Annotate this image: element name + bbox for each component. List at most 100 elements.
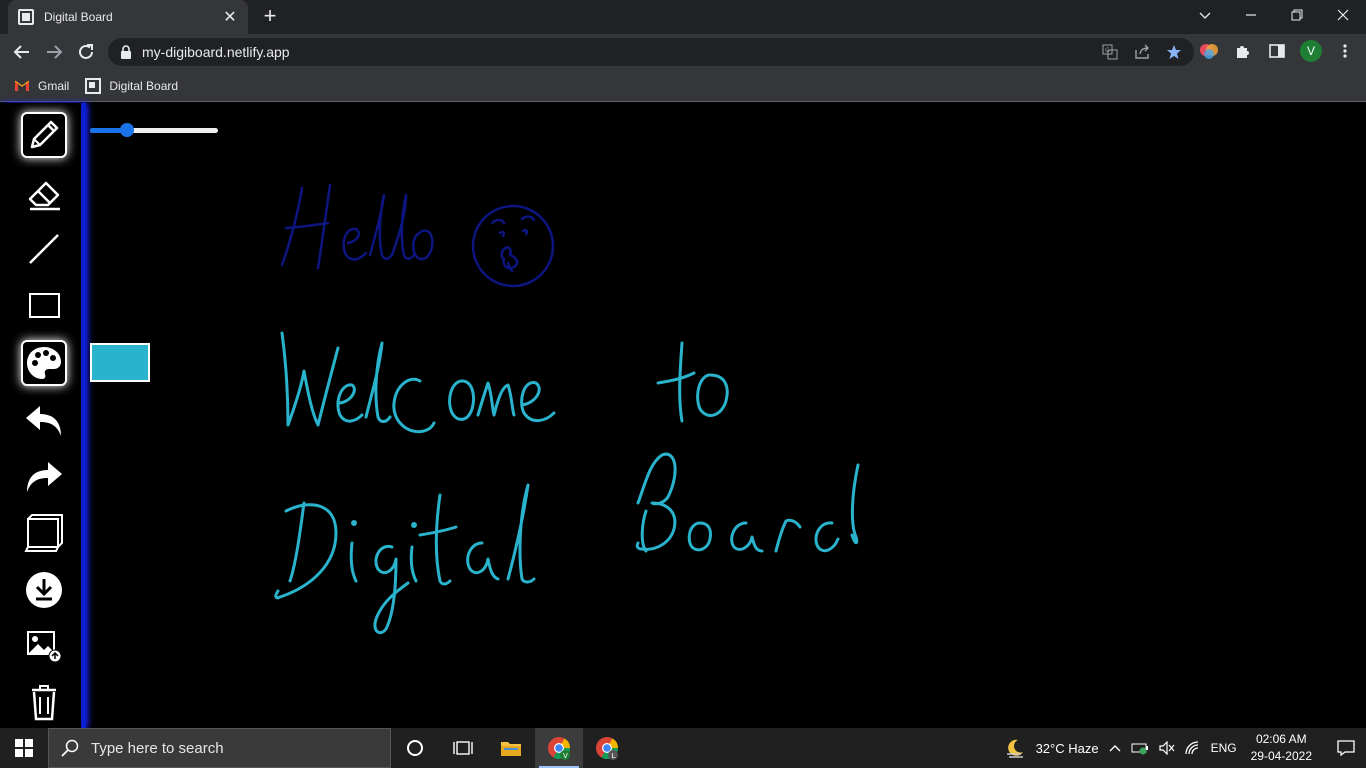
tab-search-button[interactable]	[1182, 0, 1228, 30]
welcome-drawing	[280, 331, 729, 434]
minimize-icon	[1246, 14, 1256, 16]
weather-widget[interactable]: 32°C Haze	[1004, 737, 1099, 759]
share-icon[interactable]	[1132, 42, 1152, 62]
browser-toolbar: my-digiboard.netlify.app G V	[0, 34, 1366, 70]
upload-image-tool[interactable]	[21, 623, 67, 669]
image-upload-icon	[27, 631, 62, 663]
svg-text:L: L	[612, 752, 616, 760]
rectangle-icon	[29, 293, 60, 318]
new-tab-button[interactable]: +	[258, 5, 282, 29]
wifi-icon	[1184, 741, 1198, 755]
search-icon	[61, 739, 79, 757]
restore-icon	[1291, 9, 1303, 21]
chrome-taskbar-button-second[interactable]: L	[583, 728, 631, 768]
notes-tool[interactable]	[21, 510, 67, 556]
battery-button[interactable]	[1131, 741, 1149, 755]
palette-icon	[27, 347, 61, 379]
browser-tab[interactable]: Digital Board ✕	[8, 0, 248, 34]
line-tool[interactable]	[21, 226, 67, 272]
volume-button[interactable]	[1158, 741, 1175, 755]
download-tool[interactable]	[21, 567, 67, 613]
digital-board-favicon-icon	[18, 9, 34, 25]
chrome-icon: L	[596, 737, 618, 760]
bookmark-digital-board[interactable]: Digital Board	[85, 77, 179, 94]
chrome-icon: V	[548, 737, 570, 760]
network-button[interactable]	[1184, 741, 1201, 755]
extension-colorful-icon[interactable]	[1198, 40, 1220, 62]
chevron-down-icon	[1199, 12, 1211, 19]
undo-tool[interactable]	[21, 397, 67, 443]
pencil-icon	[30, 120, 59, 149]
windows-logo-icon	[15, 739, 33, 757]
task-view-icon	[453, 741, 473, 755]
redo-tool[interactable]	[21, 453, 67, 499]
close-window-button[interactable]	[1320, 0, 1366, 30]
clock-time: 02:06 AM	[1255, 732, 1307, 746]
rectangle-tool[interactable]	[21, 282, 67, 328]
moon-haze-icon	[1006, 739, 1023, 758]
translate-icon[interactable]: G	[1100, 42, 1120, 62]
start-button[interactable]	[0, 728, 48, 768]
bookmark-gmail[interactable]: Gmail	[14, 78, 69, 94]
back-button[interactable]	[10, 40, 34, 64]
battery-charging-icon	[1131, 743, 1148, 755]
folder-icon	[501, 742, 521, 756]
search-placeholder: Type here to search	[91, 739, 224, 757]
notes-icon	[24, 514, 63, 552]
arrow-left-icon	[13, 45, 29, 59]
download-icon	[26, 572, 62, 608]
gmail-icon	[14, 78, 30, 94]
arrow-right-icon	[47, 45, 63, 59]
close-icon	[1337, 9, 1349, 21]
tab-title: Digital Board	[44, 10, 113, 24]
clear-tool[interactable]	[21, 679, 67, 725]
svg-text:G: G	[1105, 47, 1110, 54]
reload-button[interactable]	[74, 40, 98, 64]
file-explorer-button[interactable]	[487, 728, 535, 768]
weather-text: 32°C Haze	[1035, 740, 1099, 756]
bookmark-label: Digital Board	[109, 78, 179, 93]
notification-icon	[1337, 740, 1355, 757]
system-tray: 32°C Haze ENG 02:06 AM 29-04-2022	[1004, 728, 1366, 768]
clock-date: 29-04-2022	[1250, 749, 1312, 763]
extensions-puzzle-icon[interactable]	[1232, 40, 1254, 62]
bookmarks-bar: Gmail Digital Board	[0, 70, 1366, 102]
eraser-icon	[28, 181, 60, 211]
drawing-canvas[interactable]	[90, 103, 1366, 728]
forward-button[interactable]	[42, 40, 66, 64]
bookmark-label: Gmail	[38, 78, 70, 93]
digital-board-drawing	[274, 452, 860, 635]
pencil-tool[interactable]	[21, 112, 67, 158]
restore-button[interactable]	[1274, 0, 1320, 30]
cortana-button[interactable]	[391, 728, 439, 768]
browser-menu-icon[interactable]	[1334, 40, 1356, 62]
minimize-button[interactable]	[1228, 0, 1274, 30]
volume-muted-icon	[1158, 741, 1175, 755]
language-indicator[interactable]: ENG	[1211, 741, 1237, 755]
tab-close-icon[interactable]: ✕	[222, 7, 238, 27]
line-icon	[29, 234, 59, 264]
reload-icon	[79, 44, 93, 59]
chrome-taskbar-button-active[interactable]: V	[535, 728, 583, 768]
browser-tab-strip: Digital Board ✕ +	[0, 0, 1366, 34]
show-hidden-icons-button[interactable]	[1109, 743, 1121, 753]
task-view-button[interactable]	[439, 728, 487, 768]
action-center-button[interactable]	[1326, 728, 1366, 768]
address-bar[interactable]: my-digiboard.netlify.app G	[108, 38, 1194, 66]
taskbar-search[interactable]: Type here to search	[48, 728, 391, 768]
color-tool[interactable]	[21, 340, 67, 386]
clock[interactable]: 02:06 AM 29-04-2022	[1251, 731, 1312, 765]
svg-text:V: V	[563, 752, 568, 760]
cortana-circle-icon	[407, 740, 423, 756]
window-controls	[1182, 0, 1366, 34]
undo-icon	[26, 406, 61, 436]
windows-taskbar: Type here to search V L 32°C Haze ENG 02…	[0, 728, 1366, 768]
bookmark-star-icon[interactable]	[1164, 42, 1184, 62]
digital-board-icon	[85, 77, 102, 94]
profile-avatar[interactable]: V	[1300, 40, 1322, 62]
digital-board-app	[0, 103, 1366, 728]
side-panel-icon[interactable]	[1266, 40, 1288, 62]
tool-sidebar	[0, 103, 86, 728]
chevron-up-icon	[1109, 745, 1121, 752]
eraser-tool[interactable]	[21, 170, 67, 216]
